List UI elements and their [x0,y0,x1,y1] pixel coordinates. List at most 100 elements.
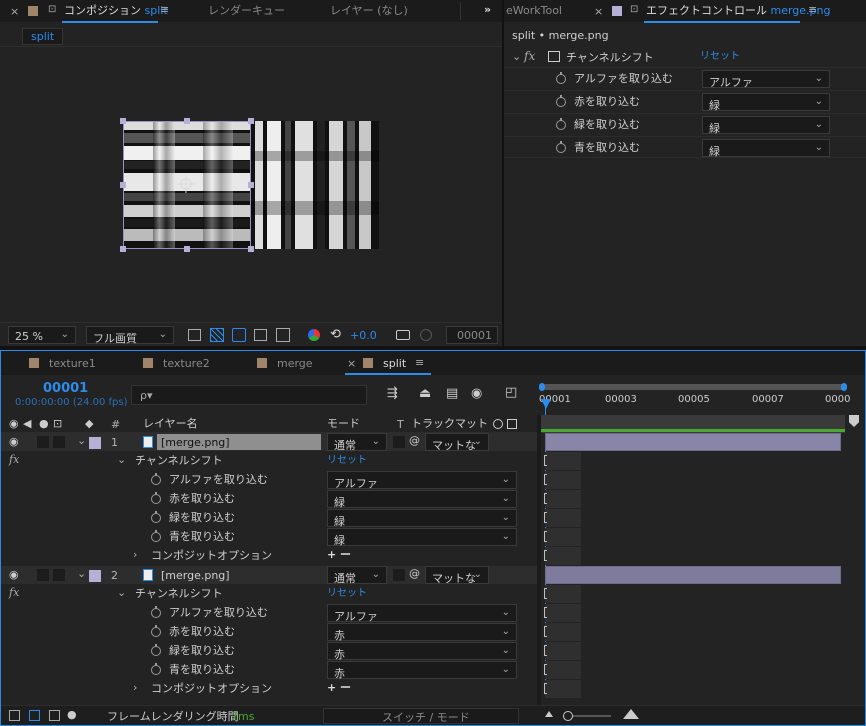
stopwatch-icon[interactable] [151,644,161,656]
collapse-chevron-icon[interactable]: ⌄ [512,51,521,62]
reset-exposure-icon[interactable]: ⟲ [330,328,341,341]
prop-select[interactable]: アルファ ⌄ [327,471,517,490]
expand-chevron-icon[interactable]: ⌄ [77,568,86,579]
lock-box[interactable] [53,569,65,581]
keyframe-marker[interactable] [544,512,547,523]
stopwatch-icon[interactable] [556,118,566,130]
effect-prop-select[interactable]: 緑 ⌄ [702,93,830,112]
solo-box[interactable] [37,436,49,448]
keyframe-marker[interactable] [544,683,547,694]
timeline-split-divider[interactable] [537,415,541,705]
pickwhip-icon[interactable]: @ [409,435,420,446]
stopwatch-icon[interactable] [151,663,161,675]
track-matte-select[interactable]: マットな ⌄ [425,433,489,452]
lock-box[interactable] [53,436,65,448]
layer-row[interactable]: ◉ ⌄ 1 [merge.png] 通常 ⌄ @ マットな ⌄ [1,433,537,452]
handle[interactable] [120,246,126,252]
tab-split[interactable]: split [383,358,406,369]
handle[interactable] [248,118,254,124]
layer-name-header[interactable]: レイヤー名 [143,418,198,429]
composite-add-remove[interactable]: + ー [327,549,351,560]
close-icon[interactable]: × [594,6,603,17]
zoom-slider[interactable] [563,711,611,721]
keyframe-marker[interactable] [544,550,547,561]
preserve-transparency-box[interactable] [393,569,405,581]
effect-prop-select[interactable]: 緑 ⌄ [702,116,830,135]
timecode-field[interactable]: 00001 [446,326,498,344]
keyframe-marker[interactable] [544,455,547,466]
layer-row[interactable]: ◉ ⌄ 2 [merge.png] 通常 ⌄ @ マットな ⌄ [1,566,537,585]
comp-flowchart-icon[interactable]: ⇶ [387,387,398,400]
zoom-out-icon[interactable] [545,711,553,717]
prop-select[interactable]: 緑 ⌄ [327,509,517,528]
lock-icon[interactable]: ⊡ [48,5,56,15]
hamburger-icon[interactable]: ≡ [415,357,424,368]
close-icon[interactable]: × [347,358,356,369]
prop-select[interactable]: アルファ ⌄ [327,604,517,623]
tab-render-queue[interactable]: レンダーキュー [208,5,285,16]
keyframe-marker[interactable] [544,626,547,637]
stopwatch-icon[interactable] [556,95,566,107]
chevron-right-icon[interactable]: » [484,4,491,15]
blend-mode-select[interactable]: 通常 ⌄ [327,566,387,585]
handle[interactable] [120,118,126,124]
pickwhip-icon[interactable]: @ [409,568,420,579]
layer-duration-bar[interactable] [545,433,841,451]
track-matte-select[interactable]: マットな ⌄ [425,566,489,585]
effect-reset-link[interactable]: リセット [327,589,367,599]
keyframe-marker[interactable] [544,607,547,618]
frame-blending-icon[interactable]: ▤ [446,387,458,400]
stopwatch-icon[interactable] [151,606,161,618]
prop-select[interactable]: 赤 ⌄ [327,661,517,680]
prop-select[interactable]: 赤 ⌄ [327,642,517,661]
tab-effect-controls[interactable]: エフェクトコントロール merge.png [646,5,831,16]
zoom-select[interactable]: 25 % ⌄ [8,326,76,344]
prop-select[interactable]: 緑 ⌄ [327,490,517,509]
layer-duration-bar[interactable] [545,566,841,584]
handle[interactable] [184,118,190,124]
graph-editor-icon[interactable]: ◰ [505,386,517,399]
prop-select[interactable]: 赤 ⌄ [327,623,517,642]
work-area-end-handle[interactable] [841,383,847,391]
blend-mode-select[interactable]: 通常 ⌄ [327,433,387,452]
keyframe-marker[interactable] [544,531,547,542]
zoom-in-icon[interactable] [623,709,639,719]
stopwatch-icon[interactable] [151,511,161,523]
comp-chip[interactable]: split [22,28,64,45]
hamburger-icon[interactable]: ≡ [160,4,169,15]
tab-merge[interactable]: merge [277,358,313,369]
panel-divider[interactable] [502,0,504,346]
zoom-slider-thumb[interactable] [563,711,573,721]
timeline-timecode[interactable]: 00001 [43,382,88,395]
keyframe-marker[interactable] [544,493,547,504]
comp-marker-icon[interactable] [849,415,859,427]
expand-chevron-icon[interactable]: › [133,549,137,560]
fx-icon[interactable]: fx [524,50,535,62]
eye-icon[interactable]: ◉ [9,569,19,580]
stopwatch-icon[interactable] [151,530,161,542]
layer-switches-icon[interactable] [9,710,20,721]
channel-color-icon[interactable] [308,329,320,341]
stopwatch-icon[interactable] [151,492,161,504]
exposure-value[interactable]: +0.0 [350,330,377,341]
keyframe-marker[interactable] [544,664,547,675]
work-area-start-handle[interactable] [539,383,545,391]
snapshot-icon[interactable] [188,329,201,341]
effect-reset-link[interactable]: リセット [700,52,740,62]
anchor-point-icon[interactable] [177,175,195,193]
tab-composition[interactable]: コンポジション split [64,5,168,16]
layer-label-color[interactable] [89,437,101,449]
handle[interactable] [184,246,190,252]
eye-icon[interactable]: ◉ [9,436,19,447]
handle[interactable] [248,182,254,188]
stopwatch-icon[interactable] [151,625,161,637]
stopwatch-icon[interactable] [151,473,161,485]
expand-chevron-icon[interactable]: › [133,682,137,693]
shy-layers-icon[interactable]: ⏏ [419,387,431,400]
expand-chevron-icon[interactable]: ⌄ [117,587,126,598]
fx-icon[interactable]: fx [9,454,19,465]
keyframe-marker[interactable] [544,474,547,485]
solo-box[interactable] [37,569,49,581]
in-out-icon[interactable] [49,710,60,721]
fx-icon[interactable]: fx [9,587,19,598]
